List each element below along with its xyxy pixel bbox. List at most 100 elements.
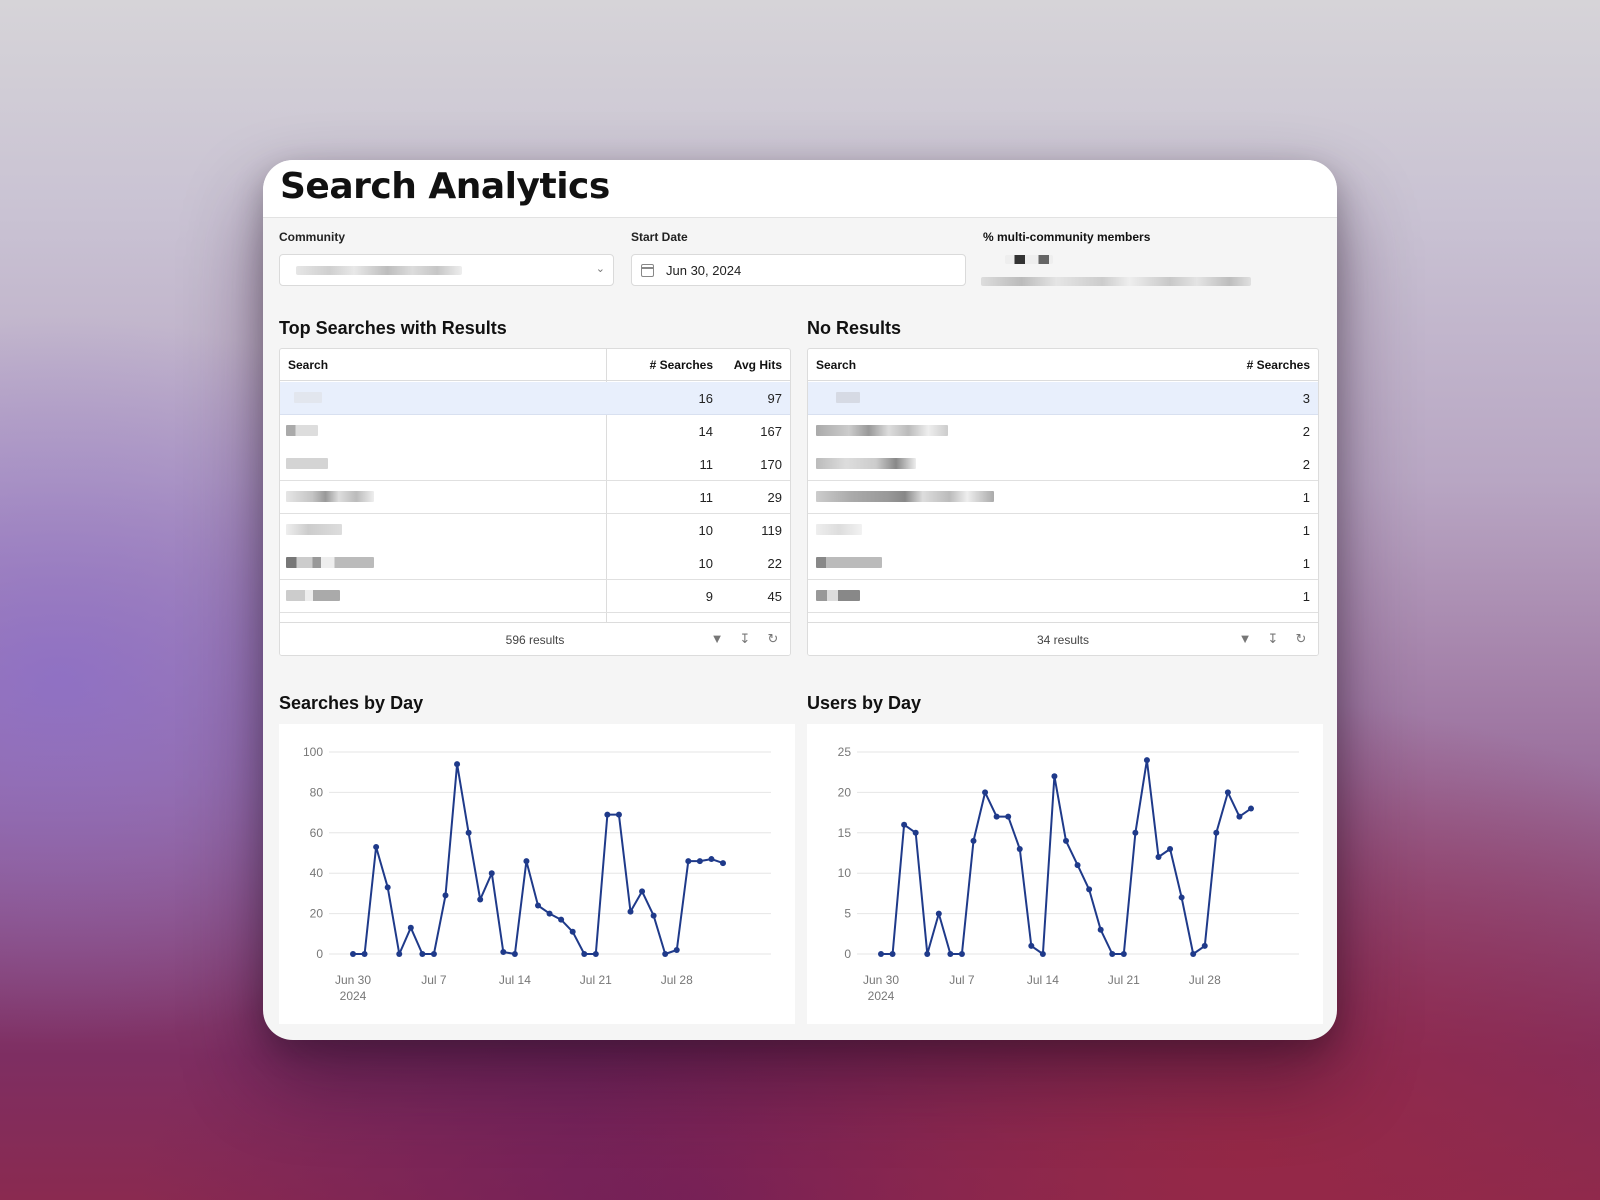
data-point[interactable] (500, 948, 507, 955)
data-point[interactable] (361, 951, 368, 957)
download-icon[interactable]: ↧ (1266, 632, 1280, 646)
data-point[interactable] (970, 837, 977, 844)
data-point[interactable] (1143, 757, 1150, 764)
y-tick-label: 20 (838, 785, 852, 799)
data-point[interactable] (935, 910, 942, 917)
data-point[interactable] (1016, 845, 1023, 852)
data-point[interactable] (477, 896, 484, 903)
data-point[interactable] (1120, 951, 1127, 957)
data-point[interactable] (1248, 805, 1254, 812)
table-row[interactable]: 2 (808, 415, 1318, 448)
data-point[interactable] (1097, 926, 1104, 933)
data-point[interactable] (1155, 854, 1162, 861)
table-row[interactable]: 10 22 (280, 547, 790, 580)
data-point[interactable] (1167, 845, 1174, 852)
data-point[interactable] (558, 916, 565, 923)
data-point[interactable] (685, 858, 692, 865)
filter-icon[interactable]: ▼ (1238, 632, 1252, 646)
data-point[interactable] (1224, 789, 1231, 796)
column-search[interactable]: Search (816, 358, 856, 372)
data-point[interactable] (673, 946, 680, 953)
column-search[interactable]: Search (288, 358, 328, 372)
data-point[interactable] (1063, 837, 1069, 844)
data-point[interactable] (639, 888, 646, 895)
data-point[interactable] (912, 829, 919, 836)
start-date-input[interactable]: Jun 30, 2024 (631, 254, 966, 286)
data-point[interactable] (454, 761, 461, 768)
table-row[interactable]: 16 97 (280, 382, 790, 415)
table-row[interactable]: 9 45 (280, 580, 790, 613)
data-point[interactable] (1109, 951, 1116, 957)
data-point[interactable] (1213, 829, 1220, 836)
data-point[interactable] (373, 843, 380, 850)
data-point[interactable] (708, 856, 715, 863)
avg-hits: 97 (767, 391, 782, 406)
table-row[interactable]: 1 (808, 547, 1318, 580)
data-point[interactable] (901, 821, 908, 828)
data-point[interactable] (604, 811, 611, 818)
data-point[interactable] (592, 951, 599, 957)
data-point[interactable] (958, 951, 965, 957)
data-point[interactable] (488, 870, 495, 877)
data-point[interactable] (511, 951, 518, 957)
redacted-search (286, 491, 374, 502)
data-point[interactable] (1074, 862, 1081, 869)
data-point[interactable] (1005, 813, 1012, 820)
data-point[interactable] (384, 884, 391, 891)
data-point[interactable] (465, 829, 472, 836)
column-searches[interactable]: # Searches (1247, 358, 1310, 372)
x-tick-label: Jul 21 (1108, 973, 1140, 987)
data-point[interactable] (1039, 951, 1046, 957)
data-point[interactable] (924, 951, 931, 957)
data-point[interactable] (1190, 951, 1197, 957)
data-point[interactable] (947, 951, 954, 957)
data-point[interactable] (662, 951, 669, 957)
table-row[interactable]: 1 (808, 514, 1318, 547)
data-point[interactable] (615, 811, 622, 818)
data-point[interactable] (581, 951, 588, 957)
data-point[interactable] (982, 789, 989, 796)
data-point[interactable] (1201, 942, 1208, 949)
searches-count: 1 (1302, 523, 1310, 538)
data-point[interactable] (720, 860, 726, 867)
data-point[interactable] (430, 951, 437, 957)
data-point[interactable] (569, 928, 576, 935)
data-point[interactable] (350, 951, 356, 957)
redacted-search (286, 524, 342, 535)
table-row[interactable]: 1 (808, 481, 1318, 514)
table-row[interactable]: 11 29 (280, 481, 790, 514)
table-row[interactable]: 3 (808, 382, 1318, 415)
data-point[interactable] (546, 910, 553, 917)
data-point[interactable] (407, 924, 414, 931)
data-point[interactable] (627, 908, 634, 915)
data-point[interactable] (419, 951, 426, 957)
data-point[interactable] (1028, 942, 1035, 949)
data-point[interactable] (442, 892, 449, 899)
table-row[interactable]: 14 167 (280, 415, 790, 448)
refresh-icon[interactable]: ↻ (766, 632, 780, 646)
data-point[interactable] (1051, 773, 1058, 780)
data-point[interactable] (535, 902, 541, 909)
table-row[interactable]: 1 (808, 580, 1318, 613)
table-row[interactable]: 2 (808, 448, 1318, 481)
table-row[interactable]: 10 119 (280, 514, 790, 547)
data-point[interactable] (1132, 829, 1139, 836)
top-bar: Search Analytics (263, 160, 1337, 218)
data-point[interactable] (523, 858, 530, 865)
column-avg-hits[interactable]: Avg Hits (734, 358, 782, 372)
filter-icon[interactable]: ▼ (710, 632, 724, 646)
data-point[interactable] (650, 912, 657, 919)
data-point[interactable] (1236, 813, 1243, 820)
refresh-icon[interactable]: ↻ (1294, 632, 1308, 646)
data-point[interactable] (993, 813, 1000, 820)
download-icon[interactable]: ↧ (738, 632, 752, 646)
data-point[interactable] (878, 951, 884, 957)
data-point[interactable] (396, 951, 403, 957)
data-point[interactable] (696, 858, 703, 865)
data-point[interactable] (889, 951, 896, 957)
table-row[interactable]: 11 170 (280, 448, 790, 481)
data-point[interactable] (1086, 886, 1093, 893)
community-select[interactable]: ⌄ (279, 254, 614, 286)
column-searches[interactable]: # Searches (650, 358, 713, 372)
data-point[interactable] (1178, 894, 1185, 901)
